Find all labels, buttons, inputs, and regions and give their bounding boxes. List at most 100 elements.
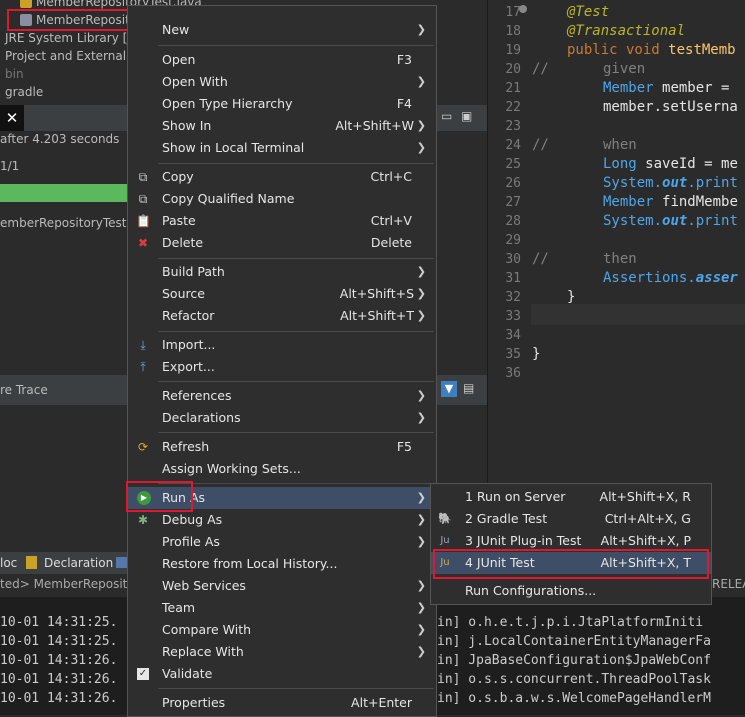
line-number: 22 xyxy=(505,100,521,115)
menu-item-new[interactable]: New ❯ xyxy=(128,19,436,41)
submenu-item-run-on-server[interactable]: 1 Run on Server Alt+Shift+X, R xyxy=(431,486,711,508)
console-line-msg: in] j.LocalContainerEntityManagerFa xyxy=(437,634,711,649)
menu-item-declarations[interactable]: Declarations ❯ xyxy=(128,407,436,429)
chevron-right-icon: ❯ xyxy=(416,265,426,278)
junit-test-highlight-box xyxy=(433,549,709,579)
gradle-elephant-icon: 🐘 xyxy=(438,512,452,525)
console-line-msg: in] o.s.b.a.w.s.WelcomePageHandlerM xyxy=(437,691,711,706)
java-file-icon xyxy=(20,0,32,8)
console-line: 10-01 14:31:25. xyxy=(0,615,118,630)
menu-item-restore-history[interactable]: Restore from Local History... xyxy=(128,553,436,575)
menu-item-refresh[interactable]: ⟳ Refresh F5 xyxy=(128,436,436,458)
current-line-highlight xyxy=(531,304,745,325)
line-number: 30 xyxy=(505,252,521,267)
menu-item-team[interactable]: Team ❯ xyxy=(128,597,436,619)
code-line: System.out.print xyxy=(603,213,738,229)
menu-separator xyxy=(158,381,434,382)
line-number: 19 xyxy=(505,43,521,58)
chevron-right-icon: ❯ xyxy=(416,309,426,322)
console-line-msg: in] o.s.s.concurrent.ThreadPoolTask xyxy=(437,672,711,687)
code-line: public void testMemb xyxy=(567,42,736,58)
minimize-icon[interactable]: ▭ xyxy=(441,109,452,123)
tree-item[interactable]: bin xyxy=(5,65,24,83)
menu-item-properties[interactable]: Properties Alt+Enter xyxy=(128,692,436,714)
menu-item-open[interactable]: Open F3 xyxy=(128,49,436,71)
junit-test-item[interactable]: emberRepositoryTest2 [ xyxy=(0,216,143,230)
chevron-right-icon: ❯ xyxy=(416,623,426,636)
chevron-right-icon: ❯ xyxy=(416,513,426,526)
line-number: 36 xyxy=(505,366,521,381)
line-number: 31 xyxy=(505,271,521,286)
menu-item-export[interactable]: ⤒ Export... xyxy=(128,356,436,378)
menu-item-validate[interactable]: ✓ Validate xyxy=(128,663,436,685)
code-line: } xyxy=(532,346,541,362)
junit-tab-bar: ✕ xyxy=(0,105,128,131)
tab-javadoc[interactable]: loc xyxy=(0,556,17,570)
chevron-right-icon: ❯ xyxy=(416,75,426,88)
submenu-item-gradle-test[interactable]: 🐘 2 Gradle Test Ctrl+Alt+X, G xyxy=(431,508,711,530)
code-line: Member member = xyxy=(603,80,730,96)
line-number: 35 xyxy=(505,347,521,362)
menu-item-replace-with[interactable]: Replace With ❯ xyxy=(128,641,436,663)
chevron-right-icon: ❯ xyxy=(416,491,426,504)
line-number: 25 xyxy=(505,157,521,172)
submenu-item-run-configurations[interactable]: Run Configurations... xyxy=(431,580,711,602)
line-number: 27 xyxy=(505,195,521,210)
menu-item-delete[interactable]: ✖ Delete Delete xyxy=(128,232,436,254)
chevron-right-icon: ❯ xyxy=(416,389,426,402)
menu-item-copy[interactable]: ⧉ Copy Ctrl+C xyxy=(128,166,436,188)
menu-item-show-local-terminal[interactable]: Show in Local Terminal ❯ xyxy=(128,137,436,159)
console-line-msg: in] o.h.e.t.j.p.i.JtaPlatformIniti xyxy=(437,615,704,630)
menu-item-references[interactable]: References ❯ xyxy=(128,385,436,407)
chevron-right-icon: ❯ xyxy=(416,119,426,132)
line-number: 34 xyxy=(505,328,521,343)
chevron-right-icon: ❯ xyxy=(416,535,426,548)
menu-item-open-with[interactable]: Open With ❯ xyxy=(128,71,436,93)
code-line: Assertions.asser xyxy=(603,270,738,286)
menu-item-copy-qualified-name[interactable]: ⧉ Copy Qualified Name xyxy=(128,188,436,210)
menu-item-paste[interactable]: 📋 Paste Ctrl+V xyxy=(128,210,436,232)
delete-icon: ✖ xyxy=(137,236,149,250)
line-number: 32 xyxy=(505,290,521,305)
junit-finished-text: after 4.203 seconds xyxy=(0,132,120,146)
close-icon[interactable]: ✕ xyxy=(0,105,24,131)
tab-declaration[interactable]: Declaration xyxy=(44,556,113,570)
console-line: 10-01 14:31:26. xyxy=(0,691,118,706)
code-line: //when xyxy=(532,137,637,153)
junit-runs-count: 1/1 xyxy=(0,159,20,173)
menu-item-refactor[interactable]: Refactor Alt+Shift+T ❯ xyxy=(128,305,436,327)
compare-icon[interactable]: ▤ xyxy=(463,381,474,395)
trace-toolbar: ▼ ▤ xyxy=(437,375,487,405)
menu-item-assign-working-sets[interactable]: Assign Working Sets... xyxy=(128,458,436,480)
run-as-submenu: 1 Run on Server Alt+Shift+X, R 🐘 2 Gradle … xyxy=(430,483,712,605)
chevron-right-icon: ❯ xyxy=(416,287,426,300)
menu-item-open-type-hierarchy[interactable]: Open Type Hierarchy F4 xyxy=(128,93,436,115)
menu-item-import[interactable]: ⤓ Import... xyxy=(128,334,436,356)
code-line: //then xyxy=(532,251,637,267)
tree-item[interactable]: gradle xyxy=(5,83,43,101)
code-line: Member findMembe xyxy=(603,194,738,210)
menu-item-compare-with[interactable]: Compare With ❯ xyxy=(128,619,436,641)
line-number: 21 xyxy=(505,81,521,96)
chevron-right-icon: ❯ xyxy=(416,411,426,424)
menu-item-profile-as[interactable]: Profile As ❯ xyxy=(128,531,436,553)
failure-trace-header: re Trace xyxy=(0,375,128,405)
import-icon: ⤓ xyxy=(140,338,146,352)
filter-icon[interactable]: ▼ xyxy=(441,381,457,397)
menu-item-show-in[interactable]: Show In Alt+Shift+W ❯ xyxy=(128,115,436,137)
menu-item-web-services[interactable]: Web Services ❯ xyxy=(128,575,436,597)
line-number: 20 xyxy=(505,62,521,77)
menu-item-debug-as[interactable]: ✱ Debug As ❯ xyxy=(128,509,436,531)
menu-separator xyxy=(158,331,434,332)
line-number: 23 xyxy=(505,119,521,134)
junit-progress-bar xyxy=(0,184,128,202)
maximize-icon[interactable]: ▣ xyxy=(461,109,472,123)
line-number: 26 xyxy=(505,176,521,191)
copy-icon: ⧉ xyxy=(138,170,148,184)
code-line: member.setUserna xyxy=(603,99,738,115)
chevron-right-icon: ❯ xyxy=(416,141,426,154)
menu-separator xyxy=(158,483,434,484)
code-line: @Test xyxy=(567,4,610,20)
menu-item-build-path[interactable]: Build Path ❯ xyxy=(128,261,436,283)
menu-item-source[interactable]: Source Alt+Shift+S ❯ xyxy=(128,283,436,305)
